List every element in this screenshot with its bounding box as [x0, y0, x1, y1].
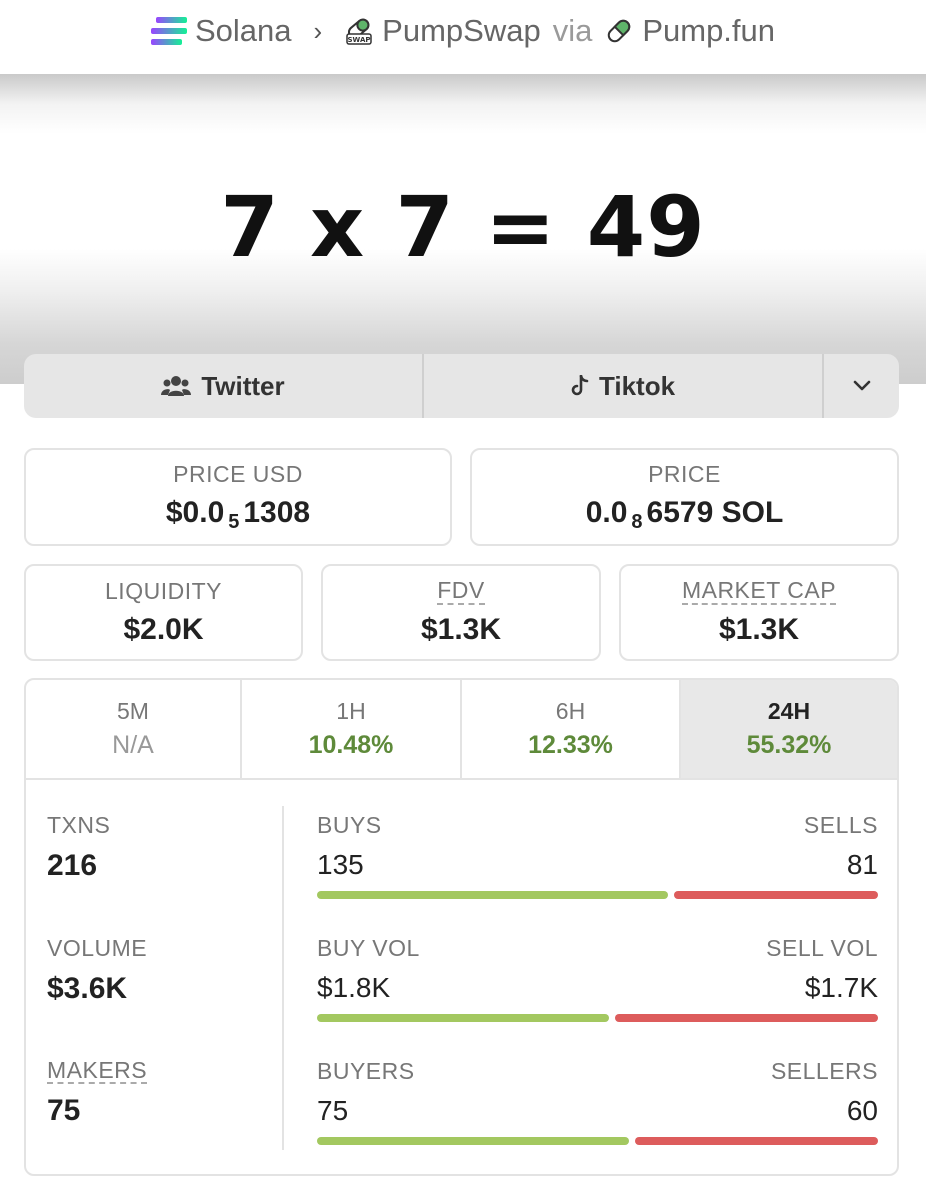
banner-text: 7 x 7 = 49 — [220, 178, 706, 276]
buy-vol-value: $1.8K — [317, 972, 391, 1003]
breadcrumb-chain[interactable]: Solana — [150, 13, 292, 49]
txns-value: 216 — [47, 849, 98, 882]
buy-bar-fill — [317, 1014, 609, 1022]
txn-stats-panel: 5M N/A 1H 10.48% 6H 12.33% 24H 55.32% TX… — [24, 678, 899, 1176]
tiktok-icon — [571, 375, 589, 396]
txns-label: TXNS — [47, 812, 111, 838]
dex-name: PumpSwap — [382, 13, 541, 48]
pill-icon — [608, 19, 631, 43]
buyers-value: 75 — [317, 1095, 349, 1126]
sell-bar-fill — [614, 1014, 878, 1022]
txns-stat: TXNS 216 — [47, 812, 110, 883]
volume-stat: VOLUME $3.6K — [47, 935, 147, 1006]
volume-bar — [317, 1014, 878, 1022]
sell-vol-label: SELL VOL — [766, 935, 878, 961]
token-banner: 7 x 7 = 49 — [0, 74, 926, 384]
tab-label: 1H — [336, 698, 366, 724]
sells-value: 81 — [846, 849, 878, 880]
liquidity-label: LIQUIDITY — [105, 578, 222, 604]
stats-divider — [282, 806, 284, 1150]
makers-value: 75 — [47, 1094, 81, 1128]
users-icon — [161, 376, 192, 396]
buyers-sellers-split: BUYERS SELLERS 75 60 — [317, 1058, 878, 1145]
buy-vol-label: BUY VOL — [317, 935, 420, 961]
volume-split: BUY VOL SELL VOL $1.8K $1.7K — [317, 935, 878, 1022]
via-label: via — [552, 13, 593, 48]
sellers-label: SELLERS — [770, 1058, 878, 1084]
tab-6h[interactable]: 6H 12.33% — [462, 680, 681, 778]
price-usd-card: PRICE USD $0.0 5 1308 — [24, 448, 452, 546]
timeframe-tabs: 5M N/A 1H 10.48% 6H 12.33% 24H 55.32% — [26, 680, 897, 780]
pumpswap-logo-icon: SWAP — [346, 18, 372, 45]
buyers-sellers-bar — [317, 1137, 878, 1145]
buyers-label: BUYERS — [317, 1058, 415, 1084]
sell-bar-fill — [634, 1137, 878, 1145]
tiktok-button[interactable]: Tiktok — [424, 354, 824, 418]
tab-change: 12.33% — [528, 731, 613, 759]
fdv-value: $1.3K — [420, 612, 502, 646]
fdv-card: FDV $1.3K — [321, 564, 601, 661]
price-native-value: 0.0 8 6579 SOL — [585, 495, 784, 533]
buy-bar-fill — [317, 891, 668, 899]
volume-value: $3.6K — [47, 972, 128, 1005]
chevron-down-icon — [853, 380, 870, 391]
more-socials-button[interactable] — [824, 354, 899, 418]
buys-label: BUYS — [317, 812, 382, 838]
buy-bar-fill — [317, 1137, 629, 1145]
market-cap-value: $1.3K — [718, 612, 800, 646]
chain-name: Solana — [194, 13, 292, 48]
sellers-value: 60 — [846, 1095, 878, 1126]
volume-label: VOLUME — [47, 935, 148, 961]
buys-sells-split: BUYS SELLS 135 81 — [317, 812, 878, 899]
tab-change: N/A — [112, 731, 154, 759]
price-native-label: PRICE — [648, 460, 721, 487]
liquidity-value: $2.0K — [123, 613, 204, 646]
breadcrumb: Solana › SWAP PumpSwap via Pump.fun — [0, 0, 926, 62]
twitter-button[interactable]: Twitter — [24, 354, 424, 418]
solana-logo-icon — [150, 17, 187, 45]
makers-stat: MAKERS 75 — [47, 1058, 148, 1128]
launchpad-name: Pump.fun — [642, 13, 776, 48]
price-usd-label: PRICE USD — [173, 460, 303, 487]
social-links-bar: Twitter Tiktok — [24, 354, 899, 418]
buys-sells-bar — [317, 891, 878, 899]
sell-vol-value: $1.7K — [804, 972, 878, 1003]
sells-label: SELLS — [803, 812, 878, 838]
sell-bar-fill — [673, 891, 878, 899]
svg-text:SWAP: SWAP — [348, 36, 371, 44]
tab-1h[interactable]: 1H 10.48% — [242, 680, 462, 778]
market-cap-card: MARKET CAP $1.3K — [619, 564, 899, 661]
tiktok-label: Tiktok — [598, 370, 676, 401]
buys-value: 135 — [317, 849, 364, 880]
tab-5m[interactable]: 5M N/A — [26, 680, 242, 778]
market-cap-label[interactable]: MARKET CAP — [681, 578, 837, 605]
breadcrumb-dex[interactable]: SWAP PumpSwap — [344, 13, 541, 49]
price-usd-value: $0.0 5 1308 — [165, 495, 311, 533]
chevron-right-icon: › — [313, 15, 323, 46]
tab-label: 6H — [555, 698, 586, 724]
makers-label[interactable]: MAKERS — [47, 1058, 148, 1085]
tab-24h[interactable]: 24H 55.32% — [681, 680, 897, 778]
tab-change: 55.32% — [746, 731, 832, 759]
liquidity-card: LIQUIDITY $2.0K — [24, 564, 303, 661]
tab-label: 5M — [117, 698, 149, 724]
price-native-card: PRICE 0.0 8 6579 SOL — [470, 448, 899, 546]
tab-change: 10.48% — [308, 731, 394, 759]
twitter-label: Twitter — [201, 370, 285, 401]
breadcrumb-launchpad[interactable]: Pump.fun — [604, 13, 775, 49]
tab-label: 24H — [767, 698, 811, 724]
fdv-label[interactable]: FDV — [437, 578, 485, 605]
